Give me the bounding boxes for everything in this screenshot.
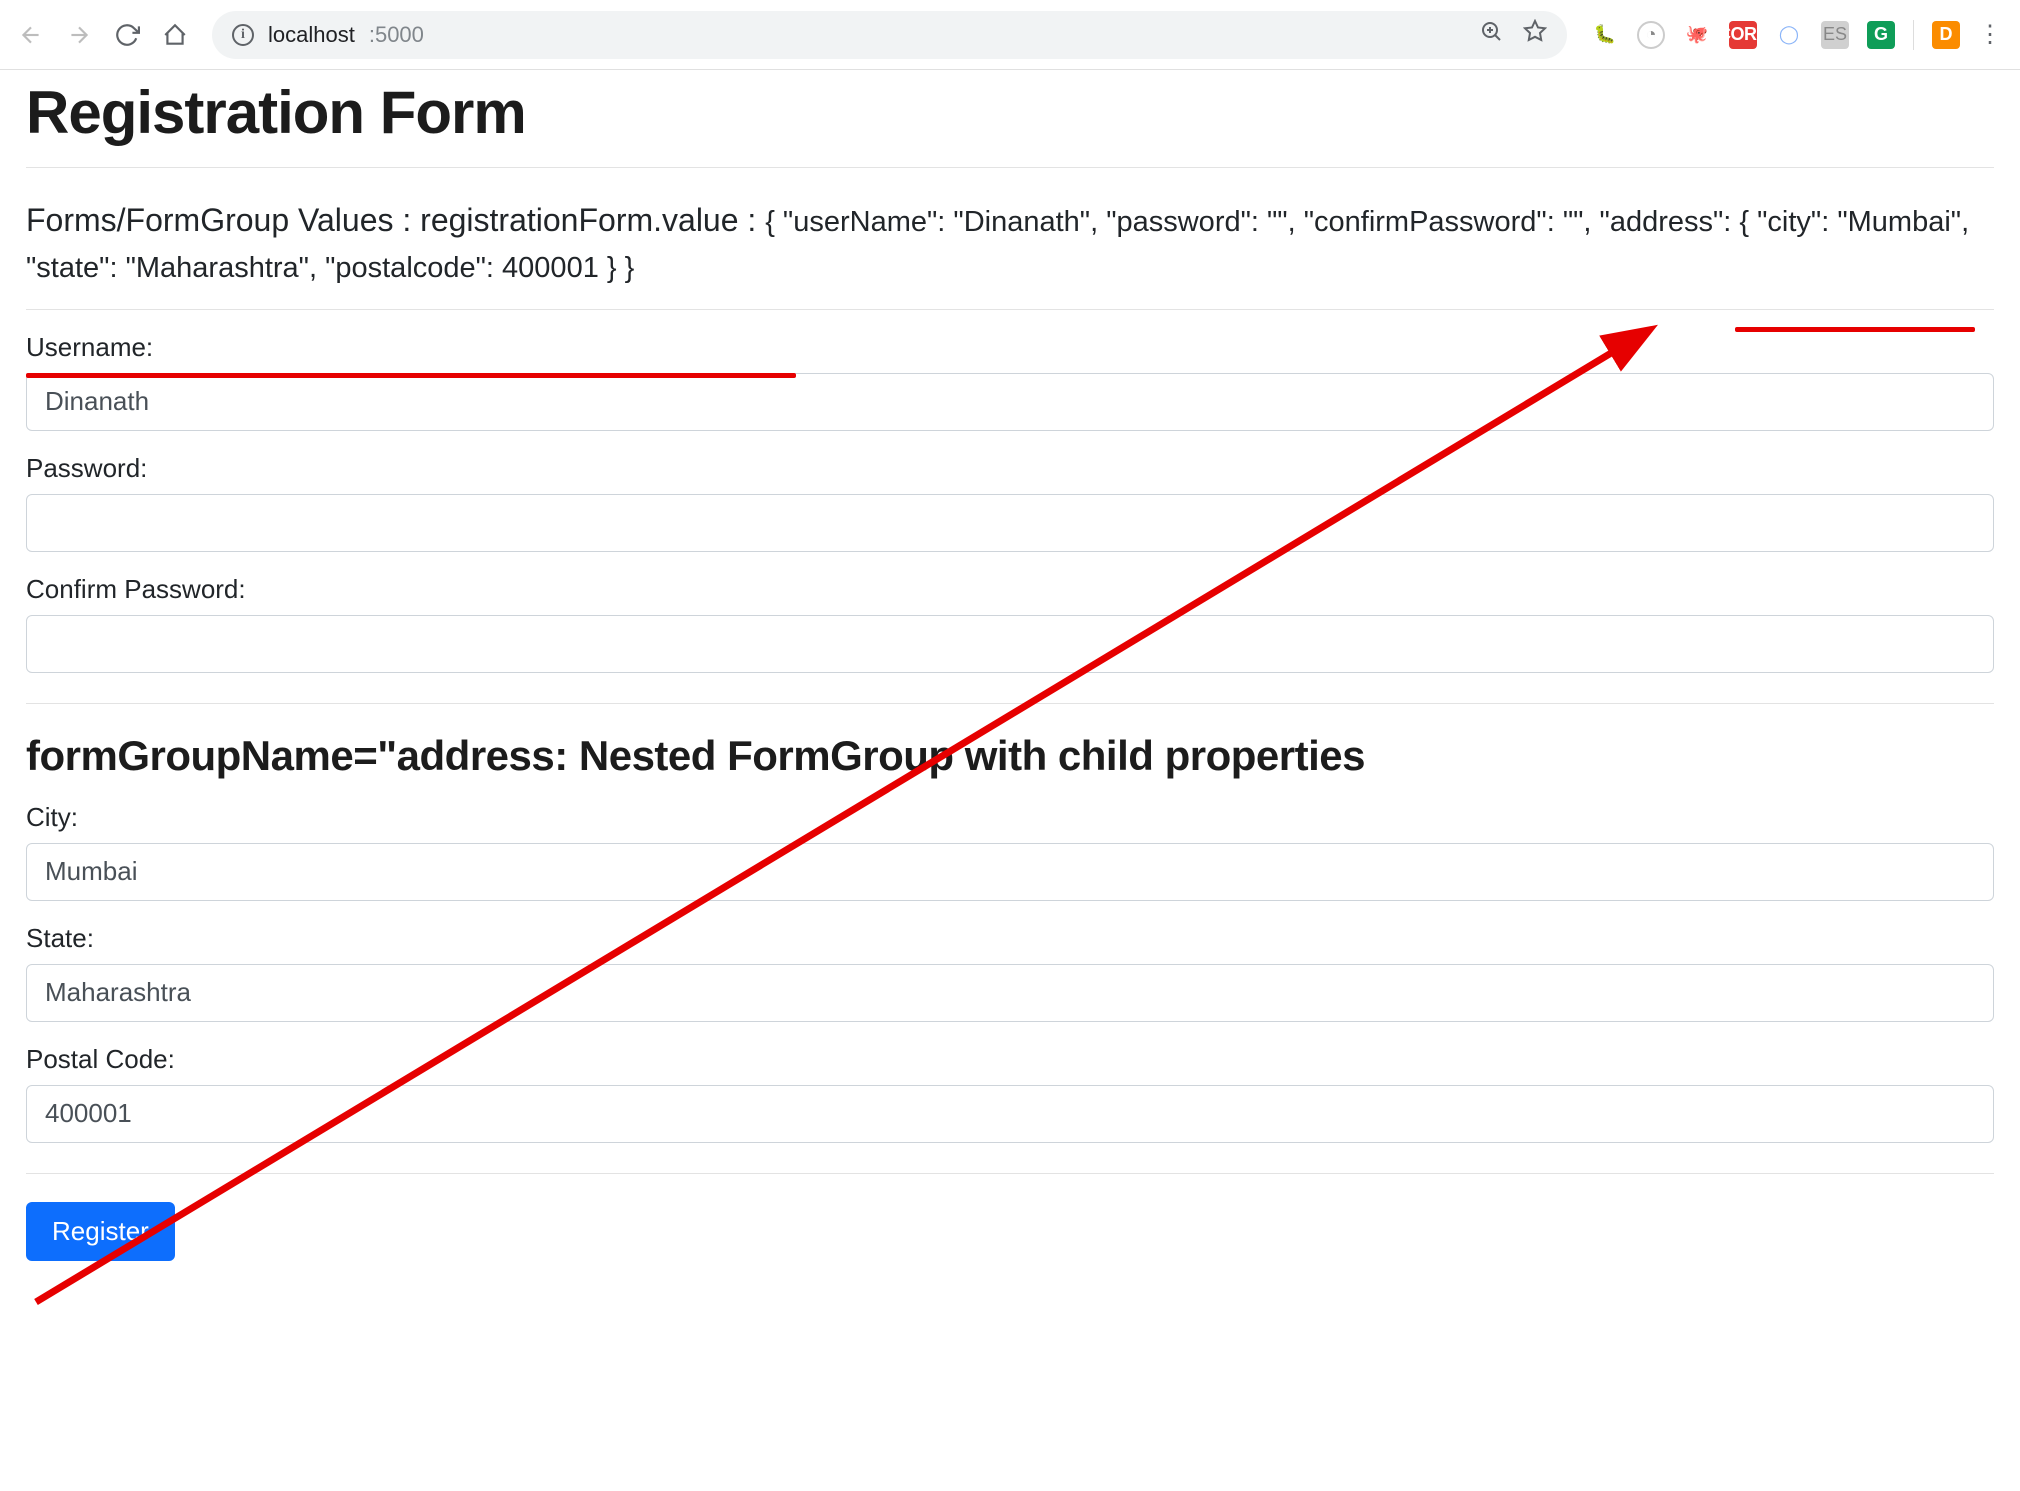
address-section-title: formGroupName="address: Nested FormGroup… <box>26 732 1994 780</box>
more-menu-icon[interactable]: ⋮ <box>1978 20 2002 49</box>
grammarly-extension-icon[interactable]: G <box>1867 21 1895 49</box>
browser-toolbar: i localhost :5000 🐛 ◔ 🐙 CORS ◯ ES G D ⋮ <box>0 0 2020 70</box>
cors-extension-icon[interactable]: CORS <box>1729 21 1757 49</box>
city-group: City: <box>26 802 1994 901</box>
form-values-display: Forms/FormGroup Values : registrationFor… <box>26 168 1994 309</box>
confirm-password-input[interactable] <box>26 615 1994 673</box>
annotation-underline-1 <box>1735 327 1975 332</box>
address-bar[interactable]: i localhost :5000 <box>212 11 1567 59</box>
page-content: Registration Form Forms/FormGroup Values… <box>0 78 2020 1261</box>
password-input[interactable] <box>26 494 1994 552</box>
postal-code-group: Postal Code: <box>26 1044 1994 1143</box>
url-port: :5000 <box>369 22 424 48</box>
state-label: State: <box>26 923 1994 954</box>
divider <box>26 1173 1994 1174</box>
confirm-password-label: Confirm Password: <box>26 574 1994 605</box>
address-bar-actions <box>1479 19 1547 50</box>
username-group: Username: <box>26 332 1994 431</box>
forward-button[interactable] <box>66 22 92 48</box>
divider <box>26 309 1994 310</box>
bookmark-star-icon[interactable] <box>1523 19 1547 50</box>
register-button[interactable]: Register <box>26 1202 175 1261</box>
es-extension-icon[interactable]: ES <box>1821 21 1849 49</box>
username-input[interactable] <box>26 373 1994 431</box>
password-label: Password: <box>26 453 1994 484</box>
separator <box>1913 20 1914 50</box>
url-host: localhost <box>268 22 355 48</box>
form-values-label: Forms/FormGroup Values : registrationFor… <box>26 202 765 238</box>
nav-buttons <box>18 22 188 48</box>
zoom-icon[interactable] <box>1479 19 1503 50</box>
profile-avatar[interactable]: D <box>1932 21 1960 49</box>
home-button[interactable] <box>162 22 188 48</box>
annotation-underline-2 <box>26 373 796 378</box>
page-title: Registration Form <box>26 78 1994 147</box>
state-input[interactable] <box>26 964 1994 1022</box>
divider <box>26 703 1994 704</box>
postal-code-input[interactable] <box>26 1085 1994 1143</box>
password-group: Password: <box>26 453 1994 552</box>
confirm-password-group: Confirm Password: <box>26 574 1994 673</box>
opera-extension-icon[interactable]: ◯ <box>1775 21 1803 49</box>
city-label: City: <box>26 802 1994 833</box>
extension-icon-2[interactable]: ◔ <box>1637 21 1665 49</box>
city-input[interactable] <box>26 843 1994 901</box>
extensions-area: 🐛 ◔ 🐙 CORS ◯ ES G D ⋮ <box>1591 20 2002 50</box>
site-info-icon[interactable]: i <box>232 24 254 46</box>
reload-button[interactable] <box>114 22 140 48</box>
back-button[interactable] <box>18 22 44 48</box>
postal-code-label: Postal Code: <box>26 1044 1994 1075</box>
extension-icon-1[interactable]: 🐛 <box>1591 21 1619 49</box>
username-label: Username: <box>26 332 1994 363</box>
extension-icon-3[interactable]: 🐙 <box>1683 21 1711 49</box>
state-group: State: <box>26 923 1994 1022</box>
